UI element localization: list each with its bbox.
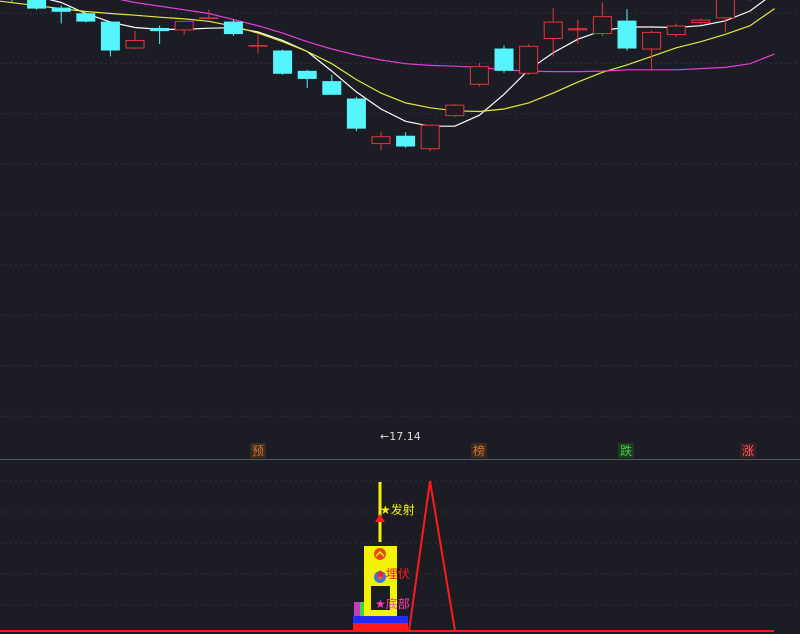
chart-stage: ←17.14 预 榜 跌 涨 ★发射 ★埋伏 ★底部 (0, 0, 800, 634)
candle (617, 9, 637, 51)
candle-body (494, 48, 514, 71)
up-arrow-icon (374, 548, 386, 560)
launch-label: ★发射 (380, 502, 415, 517)
moving-average-line (0, 0, 775, 113)
candle-body (76, 13, 96, 22)
candle (715, 0, 735, 33)
candle-body (666, 25, 686, 36)
candle-body (469, 66, 489, 85)
candle-body (371, 136, 391, 145)
ambush-label: ★埋伏 (375, 567, 410, 581)
candle (469, 62, 489, 87)
main-gridlines (0, 12, 800, 417)
candle (248, 34, 268, 54)
indicator-panel: ★发射 ★埋伏 ★底部 (0, 480, 774, 632)
candle (420, 124, 440, 152)
candle (223, 19, 243, 36)
candle (199, 9, 219, 19)
candle (346, 96, 366, 132)
candle-body (642, 31, 662, 50)
candle (592, 2, 612, 37)
candle (494, 45, 514, 73)
signal-tags: 预榜跌涨 (250, 443, 756, 458)
candle (322, 74, 342, 95)
candle-body (420, 124, 440, 150)
candle (568, 19, 588, 44)
candle (396, 132, 416, 148)
candle (273, 49, 293, 75)
candle (749, 0, 751, 1)
candle-body (715, 0, 735, 19)
candles (11, 0, 751, 152)
candle (666, 23, 686, 38)
candle-body (592, 16, 612, 35)
candle (76, 12, 96, 23)
candle (519, 44, 539, 75)
candle (100, 21, 120, 57)
bar-red (353, 623, 408, 632)
candle-body (396, 135, 416, 147)
candle-body (248, 45, 268, 47)
tag-label: 榜 (473, 443, 485, 458)
candle-body (125, 39, 145, 49)
candle (125, 30, 145, 50)
tag-label: 跌 (620, 443, 632, 458)
candle-body (543, 21, 563, 39)
candle-body (100, 21, 120, 51)
candle-body (150, 27, 170, 32)
candle-body (346, 98, 366, 129)
signal-spike-line (408, 480, 456, 632)
candle (371, 131, 391, 151)
low-price-label: ←17.14 (380, 430, 421, 443)
candle-body (322, 81, 342, 95)
candle-body (519, 45, 539, 74)
candle-body (568, 28, 588, 31)
candle-body (51, 7, 71, 12)
candle-body (297, 70, 317, 79)
candle (51, 5, 71, 24)
candle (445, 103, 465, 118)
indicator-gridlines (0, 480, 800, 606)
candle-body (445, 104, 465, 117)
candle (174, 20, 194, 35)
bar-green (360, 602, 364, 616)
candle-body (174, 20, 194, 31)
tag-label: 涨 (742, 443, 754, 458)
candle (297, 69, 317, 88)
candle-body (223, 21, 243, 35)
candle (27, 0, 47, 10)
candlestick-chart: ←17.14 预 榜 跌 涨 ★发射 ★埋伏 ★底部 (0, 0, 800, 632)
candle (642, 30, 662, 71)
bar-blue (353, 616, 408, 623)
candle (150, 25, 170, 44)
candle-body (273, 50, 293, 74)
tag-label: 预 (252, 444, 264, 458)
candle-body (199, 17, 219, 19)
candle-body (691, 19, 711, 24)
candle-body (27, 0, 47, 9)
bottom-label: ★底部 (375, 596, 410, 611)
candle-body (617, 20, 637, 49)
